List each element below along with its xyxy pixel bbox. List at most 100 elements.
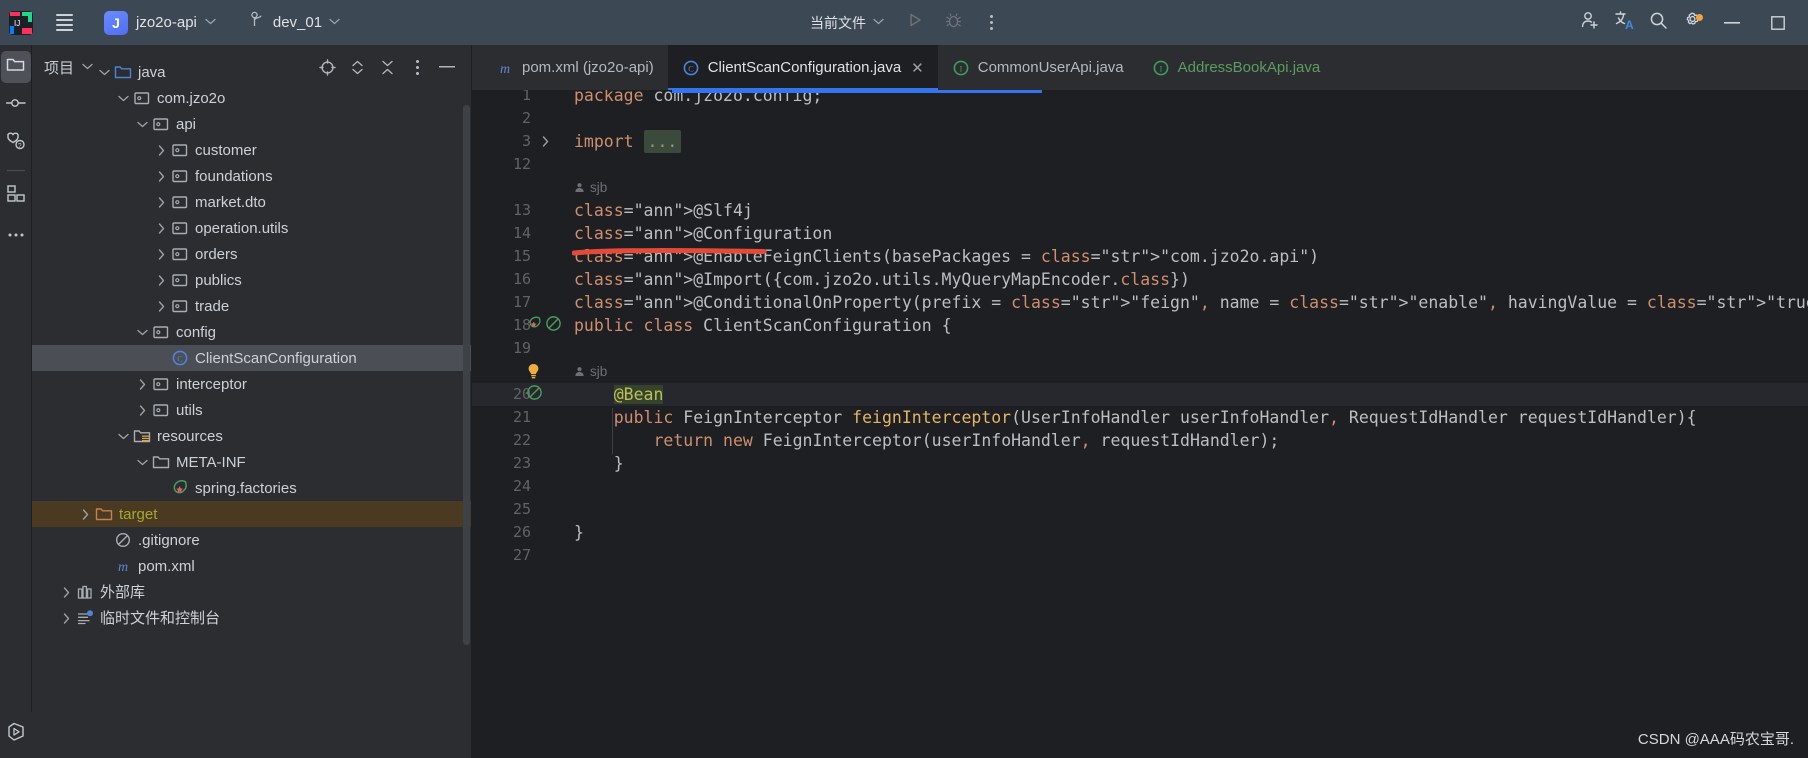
search-everywhere-button[interactable] — [1642, 8, 1674, 38]
chevron-right-icon[interactable] — [152, 248, 170, 260]
tree-row[interactable]: publics — [32, 267, 471, 293]
chevron-down-icon[interactable] — [133, 329, 151, 336]
tree-row[interactable]: utils — [32, 397, 471, 423]
tree-row[interactable]: com.jzo2o — [32, 85, 471, 111]
project-tree[interactable]: java com.jzo2o api customer foundations … — [32, 57, 471, 758]
editor-tab-label: ClientScanConfiguration.java — [707, 59, 902, 76]
chevron-right-icon[interactable] — [152, 300, 170, 312]
tree-row[interactable]: interceptor — [32, 371, 471, 397]
chevron-right-icon[interactable] — [76, 508, 94, 520]
fold-chevron-icon[interactable] — [542, 130, 549, 153]
editor-tab[interactable]: C ClientScanConfiguration.java ✕ — [667, 45, 938, 90]
run-more-button[interactable] — [975, 8, 1007, 38]
sidebar-item-pull-requests[interactable]: ? — [1, 127, 31, 159]
intention-bulb-icon[interactable] — [526, 360, 541, 383]
sidebar-item-project[interactable] — [0, 51, 31, 83]
folder-source-icon — [113, 63, 133, 81]
tree-row[interactable]: spring.factories — [32, 475, 471, 501]
chevron-right-icon[interactable] — [133, 404, 151, 416]
chevron-right-icon[interactable] — [152, 144, 170, 156]
line-number: 2 — [521, 109, 531, 127]
tree-row[interactable]: operation.utils — [32, 215, 471, 241]
debug-button[interactable] — [937, 8, 969, 38]
chevron-down-icon[interactable] — [114, 433, 132, 440]
spring-bean-gutter-icon[interactable] — [526, 383, 543, 406]
branch-selector[interactable]: dev_01 — [242, 7, 348, 38]
tree-row-label: foundations — [195, 167, 273, 185]
tree-row[interactable]: orders — [32, 241, 471, 267]
share-project-button[interactable] — [1574, 8, 1606, 38]
chevron-down-icon[interactable] — [133, 121, 151, 128]
tree-row[interactable]: foundations — [32, 163, 471, 189]
gitignore-icon — [113, 531, 133, 549]
line-number: 12 — [512, 155, 531, 173]
chevron-right-icon[interactable] — [133, 378, 151, 390]
tree-row[interactable]: m pom.xml — [32, 553, 471, 579]
tree-row[interactable]: market.dto — [32, 189, 471, 215]
chevron-right-icon[interactable] — [57, 586, 75, 598]
spring-bean-gutter-icons[interactable] — [526, 314, 562, 337]
tree-row[interactable]: 临时文件和控制台 — [32, 605, 471, 631]
code-editor[interactable]: 1 2 3 12 13 14 15 16 17 18 19 20 21 22 23 24 25 26 27 pack… — [472, 90, 1808, 758]
chevron-right-icon[interactable] — [152, 222, 170, 234]
editor-gutter[interactable]: 1 2 3 12 13 14 15 16 17 18 19 20 21 22 23 24 25 26 27 — [472, 90, 564, 758]
tree-row[interactable]: META-INF — [32, 449, 471, 475]
project-tool-window: 项目 java com.jzo2o api customer foundatio… — [32, 45, 472, 758]
override-icon[interactable] — [545, 315, 562, 337]
editor-tab[interactable]: I CommonUserApi.java — [938, 45, 1138, 90]
tree-row-label: 外部库 — [100, 583, 146, 601]
spring-icon — [170, 479, 190, 497]
svg-text:I: I — [959, 64, 962, 73]
sidebar-item-more-tool-windows[interactable] — [1, 218, 31, 250]
tree-row-label: java — [138, 63, 166, 81]
line-number: 22 — [512, 431, 531, 449]
tree-row[interactable]: trade — [32, 293, 471, 319]
tree-row[interactable]: C ClientScanConfiguration — [32, 345, 471, 371]
settings-button[interactable] — [1676, 8, 1708, 38]
chevron-right-icon[interactable] — [152, 274, 170, 286]
chevron-right-icon[interactable] — [152, 196, 170, 208]
editor-tab[interactable]: I AddressBookApi.java — [1138, 45, 1335, 90]
sidebar-item-commit[interactable] — [1, 89, 31, 121]
spring-bean-icon[interactable] — [526, 315, 542, 336]
line-number: 1 — [521, 90, 531, 104]
tree-row[interactable]: api — [32, 111, 471, 137]
search-icon — [1649, 11, 1668, 35]
add-user-icon — [1580, 10, 1600, 35]
code-line: import ... — [574, 130, 682, 153]
maven-icon: m — [113, 557, 133, 575]
project-tree-scrollbar[interactable] — [463, 105, 470, 645]
project-selector[interactable]: J jzo2o-api — [96, 7, 224, 39]
tree-row[interactable]: target — [32, 501, 471, 527]
tree-row[interactable]: resources — [32, 423, 471, 449]
run-configuration-selector[interactable]: 当前文件 — [801, 9, 893, 37]
editor-tab-bar[interactable]: m pom.xml (jzo2o-api) C ClientScanConfigur… — [472, 45, 1808, 90]
minimize-window-button[interactable] — [1710, 0, 1754, 45]
chevron-right-icon[interactable] — [57, 612, 75, 624]
run-button[interactable] — [899, 8, 931, 38]
chevron-right-icon[interactable] — [152, 170, 170, 182]
folded-imports[interactable]: ... — [643, 130, 682, 153]
tree-row[interactable]: java — [32, 59, 471, 85]
tree-row[interactable]: customer — [32, 137, 471, 163]
chevron-down-icon[interactable] — [133, 459, 151, 466]
chevron-down-icon[interactable] — [95, 69, 113, 76]
run-configuration-label: 当前文件 — [810, 14, 866, 31]
main-menu-button[interactable] — [48, 7, 80, 39]
run-tool-icon[interactable] — [6, 722, 27, 748]
editor-tab[interactable]: m pom.xml (jzo2o-api) — [482, 45, 668, 90]
editor-code-content[interactable]: package com.jzo2o.config; import ... class… — [564, 90, 1808, 758]
tree-row[interactable]: .gitignore — [32, 527, 471, 553]
tree-row[interactable]: 外部库 — [32, 579, 471, 605]
bean-navigate-icon[interactable] — [526, 384, 543, 406]
maximize-window-button[interactable] — [1756, 0, 1800, 45]
intellij-logo-icon: IJ — [8, 10, 34, 36]
translate-button[interactable]: A — [1608, 8, 1640, 38]
chevron-down-icon[interactable] — [114, 95, 132, 102]
package-icon — [170, 271, 190, 289]
more-horizontal-icon — [6, 225, 26, 243]
close-icon[interactable]: ✕ — [911, 59, 924, 77]
title-bar-left: IJ J jzo2o-api dev_01 — [4, 7, 348, 39]
tree-row[interactable]: config — [32, 319, 471, 345]
sidebar-item-structure[interactable] — [1, 180, 31, 212]
